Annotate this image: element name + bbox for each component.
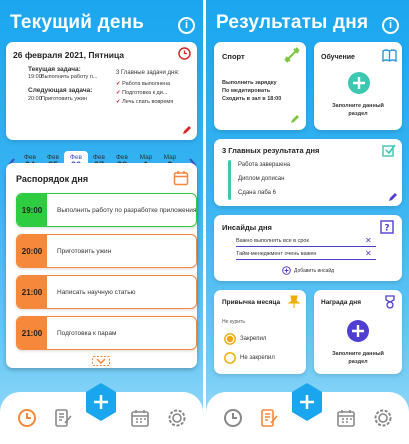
- delete-icon[interactable]: ✕: [365, 249, 372, 258]
- notes-nav-icon[interactable]: [259, 408, 279, 428]
- schedule-title: Распорядок дня: [16, 174, 89, 184]
- date-label: 26 февраля 2021, Пятница: [13, 50, 125, 60]
- insights-card: Инсайды дня ? Важно выполнять все в срок…: [214, 215, 402, 281]
- schedule-task[interactable]: 21:00 Подготовка к парам: [16, 316, 197, 350]
- radio-selected[interactable]: [224, 333, 236, 345]
- result-item[interactable]: Работа завершена: [238, 162, 290, 168]
- current-day-screen: Текущий день i 26 февраля 2021, Пятница …: [0, 0, 203, 444]
- award-prompt: Заполните данный раздел: [332, 351, 384, 365]
- habit-subtitle: Не курить: [222, 319, 245, 325]
- add-insight-label[interactable]: Добавить инсайд: [294, 268, 334, 274]
- result-item[interactable]: Сдана лаба 6: [238, 190, 276, 196]
- clock-icon[interactable]: [178, 47, 191, 60]
- study-title: Обучение: [321, 54, 355, 61]
- habit-card: Привычка месяца Не курить Закрепил Не за…: [214, 290, 306, 374]
- calendar-nav-icon[interactable]: [336, 408, 356, 428]
- main-task-item: ✔ Работа выполнена: [116, 81, 171, 87]
- info-icon[interactable]: i: [178, 17, 195, 34]
- study-card[interactable]: Обучение Заполните данный раздел: [314, 42, 402, 130]
- award-card[interactable]: Награда дня Заполните данный раздел: [314, 290, 402, 374]
- divider: [236, 246, 376, 247]
- book-icon: [382, 49, 397, 62]
- page-title: Текущий день: [10, 12, 145, 33]
- radio-unselected[interactable]: [224, 352, 236, 364]
- habit-title: Привычка месяца: [222, 299, 281, 306]
- award-title: Награда дня: [321, 299, 361, 306]
- delete-icon[interactable]: ✕: [365, 236, 372, 245]
- bottom-nav: [0, 383, 203, 444]
- result-item[interactable]: Диплом дописан: [238, 176, 284, 182]
- info-icon[interactable]: i: [382, 17, 399, 34]
- current-task-text: Выполнить работу п...: [41, 74, 98, 80]
- schedule-panel: Распорядок дня 19:00 Выполнить работу по…: [6, 166, 197, 368]
- next-task-text: Приготовить ужин: [41, 96, 87, 102]
- pencil-icon[interactable]: [388, 192, 398, 202]
- insights-title: Инсайды дня: [222, 223, 272, 232]
- current-task-time: 19:00: [28, 74, 42, 80]
- medal-icon: [385, 295, 395, 309]
- date-card: 26 февраля 2021, Пятница Текущая задача:…: [6, 42, 197, 140]
- next-task-label: Следующая задача:: [28, 87, 93, 94]
- sport-title: Спорт: [222, 52, 245, 61]
- expand-chevron-icon[interactable]: [92, 356, 110, 366]
- sport-card[interactable]: Спорт Выполнить зарядку По медитировать …: [214, 42, 306, 130]
- insight-item: Тайм-менеджмент очень важен: [236, 251, 317, 257]
- clock-nav-icon[interactable]: [17, 408, 37, 428]
- schedule-task[interactable]: 19:00 Выполнить работу по разработке при…: [16, 193, 197, 227]
- study-prompt: Заполните данный раздел: [332, 103, 384, 117]
- day-results-screen: Результаты дня i Спорт Выполнить зарядку…: [206, 0, 409, 444]
- schedule-task[interactable]: 20:00 Приготовить ужин: [16, 234, 197, 268]
- notes-nav-icon[interactable]: [53, 408, 73, 428]
- results-bar: [228, 160, 231, 200]
- pin-icon: [288, 295, 300, 308]
- pencil-icon[interactable]: [182, 125, 192, 135]
- question-icon: ?: [380, 220, 394, 234]
- add-insight-icon[interactable]: [282, 266, 291, 275]
- add-button[interactable]: [84, 382, 118, 422]
- sport-item: По медитировать: [222, 88, 271, 94]
- sport-item: Выполнить зарядку: [222, 80, 277, 86]
- dumbbell-icon: [284, 47, 300, 63]
- schedule-task[interactable]: 21:00 Написать научную статью: [16, 275, 197, 309]
- settings-nav-icon[interactable]: [373, 408, 393, 428]
- add-icon[interactable]: [347, 320, 369, 342]
- settings-nav-icon[interactable]: [167, 408, 187, 428]
- results-card: 3 Главных результата дня Работа завершен…: [214, 139, 402, 206]
- checkbox-icon: [382, 144, 396, 157]
- next-task-time: 20:00: [28, 96, 42, 102]
- page-title: Результаты дня: [216, 12, 369, 33]
- add-icon[interactable]: [348, 72, 370, 94]
- current-task-label: Текущая задача:: [28, 66, 81, 73]
- svg-text:?: ?: [384, 224, 389, 234]
- habit-option[interactable]: Закрепил: [240, 336, 266, 342]
- habit-option[interactable]: Не закрепил: [240, 355, 275, 361]
- results-title: 3 Главных результата дня: [222, 146, 320, 155]
- insight-item: Важно выполнять все в срок: [236, 238, 309, 244]
- clock-nav-icon[interactable]: [223, 408, 243, 428]
- bottom-nav: [206, 383, 409, 444]
- add-button[interactable]: [290, 382, 324, 422]
- calendar-icon[interactable]: [173, 170, 189, 186]
- sport-item: Сходить в зал в 18:00: [222, 96, 282, 102]
- main-task-item: ✔ Лечь спать вовремя: [116, 99, 174, 105]
- divider: [236, 259, 376, 260]
- main-tasks-label: 3 Главные задачи дня:: [116, 70, 180, 76]
- calendar-nav-icon[interactable]: [130, 408, 150, 428]
- pencil-icon[interactable]: [290, 114, 300, 124]
- main-task-item: ✔ Подготовка к ди...: [116, 90, 168, 96]
